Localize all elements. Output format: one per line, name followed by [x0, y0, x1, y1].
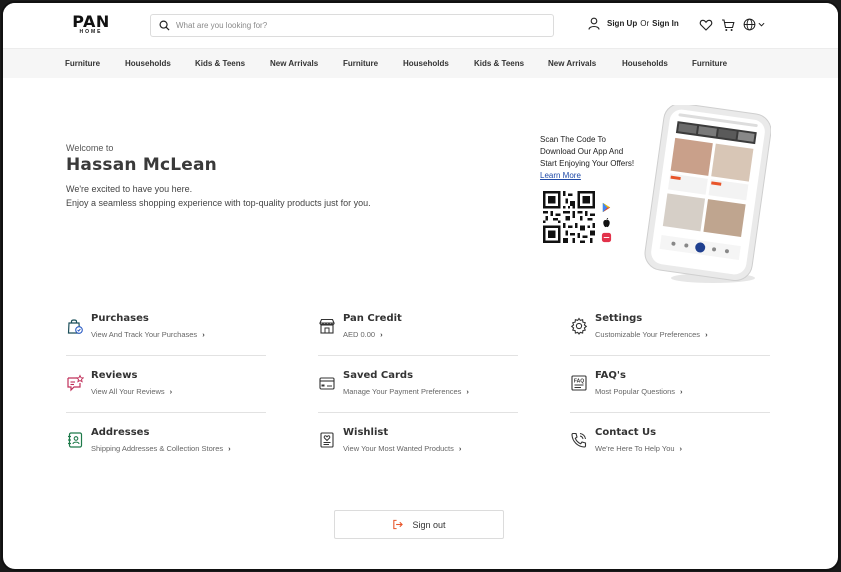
divider	[66, 412, 266, 413]
search-icon	[159, 20, 170, 31]
huawei-appgallery-icon[interactable]	[601, 232, 612, 243]
user-name: Hassan McLean	[66, 155, 217, 175]
menu-settings-subtitle: Customizable Your Preferences ›	[595, 330, 708, 339]
menu-wishlist-title: Wishlist	[343, 427, 389, 438]
menu-faqs[interactable]: FAQ FAQ's Most Popular Questions ›	[570, 370, 770, 414]
sign-out-button[interactable]: Sign out	[334, 510, 504, 539]
user-icon	[588, 17, 600, 30]
menu-reviews[interactable]: Reviews View All Your Reviews ›	[66, 370, 266, 414]
chevron-down-icon	[758, 22, 765, 27]
chevron-right-icon: ›	[169, 387, 173, 396]
chevron-right-icon: ›	[202, 330, 205, 339]
menu-reviews-title: Reviews	[91, 370, 138, 381]
menu-purchases-subtitle: View And Track Your Purchases ›	[91, 330, 205, 339]
globe-icon	[743, 18, 756, 31]
menu-addresses-subtitle: Shipping Addresses & Collection Stores ›	[91, 444, 231, 453]
menu-reviews-subtitle: View All Your Reviews ›	[91, 387, 173, 396]
menu-saved-cards[interactable]: Saved Cards Manage Your Payment Preferen…	[318, 370, 518, 414]
nav-item-furniture[interactable]: Furniture	[65, 59, 100, 68]
menu-settings-title: Settings	[595, 313, 643, 324]
chevron-right-icon: ›	[679, 444, 683, 453]
cart-icon[interactable]	[721, 18, 735, 32]
nav-item-kids-teens[interactable]: Kids & Teens	[195, 59, 245, 68]
menu-pan-credit[interactable]: Pan Credit AED 0.00 ›	[318, 313, 518, 357]
welcome-message-line1: We're excited to have you here.	[66, 184, 193, 194]
svg-text:FAQ: FAQ	[574, 379, 584, 385]
page-frame: PAN HOME Sign Up Or Sign In Furniture Ho…	[1, 1, 840, 571]
nav-item-furniture[interactable]: Furniture	[692, 59, 727, 68]
category-nav: Furniture Households Kids & Teens New Ar…	[3, 49, 838, 78]
wishlist-icon	[320, 432, 334, 448]
language-selector[interactable]	[743, 18, 765, 31]
header: PAN HOME Sign Up Or Sign In	[3, 3, 838, 49]
menu-saved-cards-subtitle: Manage Your Payment Preferences ›	[343, 387, 469, 396]
credit-card-icon	[319, 377, 335, 390]
divider	[318, 355, 518, 356]
divider	[66, 355, 266, 356]
review-star-icon	[67, 374, 84, 392]
qr-code	[543, 191, 595, 243]
shopping-bag-icon	[67, 319, 83, 334]
chevron-right-icon: ›	[458, 444, 462, 453]
menu-purchases-title: Purchases	[91, 313, 149, 324]
auth-links: Sign Up Or Sign In	[588, 17, 679, 30]
or-text: Or	[640, 19, 650, 28]
faq-icon: FAQ	[571, 375, 587, 391]
app-phone-mockup	[644, 105, 771, 283]
nav-item-kids-teens[interactable]: Kids & Teens	[474, 59, 524, 68]
chevron-right-icon: ›	[680, 387, 683, 396]
divider	[318, 412, 518, 413]
menu-faqs-subtitle: Most Popular Questions ›	[595, 387, 683, 396]
heart-icon[interactable]	[699, 18, 713, 32]
gear-icon	[570, 317, 588, 335]
store-icon	[319, 318, 335, 334]
divider	[570, 412, 770, 413]
nav-item-new-arrivals[interactable]: New Arrivals	[548, 59, 596, 68]
app-promo-message: Scan The Code To Download Our App And St…	[540, 135, 635, 168]
app-promo-text: Scan The Code To Download Our App And St…	[540, 134, 640, 182]
welcome-message-line2: Enjoy a seamless shopping experience wit…	[66, 198, 371, 208]
learn-more-link[interactable]: Learn More	[540, 171, 581, 180]
divider	[570, 355, 770, 356]
menu-addresses-title: Addresses	[91, 427, 150, 438]
apple-icon[interactable]	[601, 217, 612, 228]
sign-up-link[interactable]: Sign Up	[607, 19, 637, 28]
menu-settings[interactable]: Settings Customizable Your Preferences ›	[570, 313, 770, 357]
phone-icon	[571, 432, 587, 448]
menu-pan-credit-title: Pan Credit	[343, 313, 402, 324]
sign-out-icon	[393, 519, 404, 530]
nav-item-new-arrivals[interactable]: New Arrivals	[270, 59, 318, 68]
sign-in-link[interactable]: Sign In	[652, 19, 679, 28]
menu-faqs-title: FAQ's	[595, 370, 626, 381]
menu-wishlist-subtitle: View Your Most Wanted Products ›	[343, 444, 462, 453]
menu-saved-cards-title: Saved Cards	[343, 370, 414, 381]
menu-contact-us[interactable]: Contact Us We're Here To Help You ›	[570, 427, 770, 471]
logo-wordmark: PAN	[72, 12, 110, 31]
logo[interactable]: PAN HOME	[65, 14, 117, 36]
menu-addresses[interactable]: Addresses Shipping Addresses & Collectio…	[66, 427, 266, 471]
nav-item-households[interactable]: Households	[403, 59, 449, 68]
nav-item-furniture[interactable]: Furniture	[343, 59, 378, 68]
sign-out-label: Sign out	[412, 519, 446, 530]
menu-pan-credit-balance: AED 0.00 ›	[343, 330, 383, 339]
address-book-icon	[68, 432, 83, 448]
nav-item-households[interactable]: Households	[125, 59, 171, 68]
welcome-label: Welcome to	[66, 143, 114, 153]
chevron-right-icon: ›	[705, 330, 708, 339]
search-input[interactable]	[176, 21, 536, 30]
chevron-right-icon: ›	[380, 330, 383, 339]
menu-wishlist[interactable]: Wishlist View Your Most Wanted Products ›	[318, 427, 518, 471]
menu-contact-us-subtitle: We're Here To Help You ›	[595, 444, 683, 453]
menu-contact-us-title: Contact Us	[595, 427, 657, 438]
nav-item-households[interactable]: Households	[622, 59, 668, 68]
menu-purchases[interactable]: Purchases View And Track Your Purchases ›	[66, 313, 266, 357]
google-play-icon[interactable]	[601, 202, 612, 213]
chevron-right-icon: ›	[466, 387, 469, 396]
search-bar[interactable]	[150, 14, 554, 37]
chevron-right-icon: ›	[228, 444, 231, 453]
